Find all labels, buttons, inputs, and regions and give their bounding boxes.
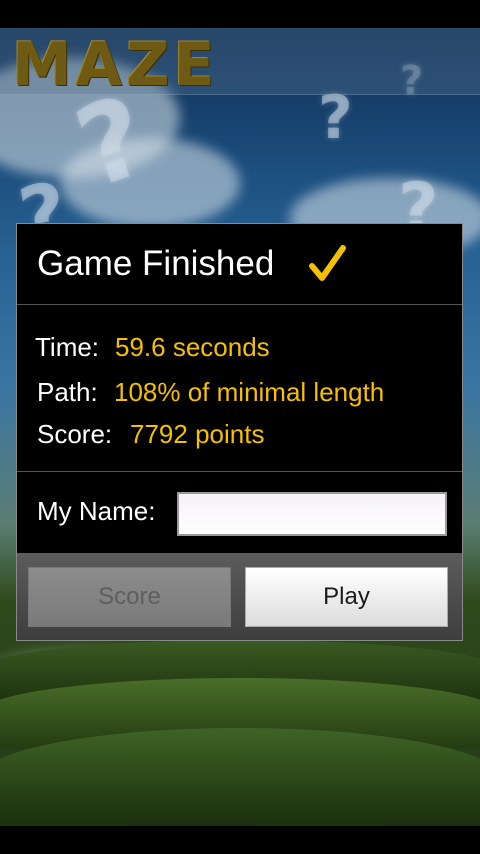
game-finished-dialog: Game Finished Time: 59.6 seconds Path: 1… [16, 223, 463, 641]
dialog-header: Game Finished [17, 224, 462, 305]
dialog-button-row: Score Play [17, 553, 462, 640]
score-button[interactable]: Score [28, 567, 231, 627]
result-stats: Time: 59.6 seconds Path: 108% of minimal… [17, 305, 462, 472]
app-title: MAZE [12, 30, 219, 100]
app-title-bar: MAZE [0, 28, 480, 100]
navigation-bar [0, 826, 480, 854]
name-input[interactable] [177, 492, 447, 536]
time-value: 59.6 seconds [115, 332, 270, 362]
score-label: Score: [37, 419, 113, 449]
name-label: My Name: [37, 496, 156, 526]
status-bar [0, 0, 480, 28]
play-button[interactable]: Play [245, 567, 448, 627]
path-label: Path: [37, 377, 98, 407]
time-label: Time: [35, 332, 100, 362]
score-value: 7792 points [130, 419, 265, 449]
dialog-title: Game Finished [37, 244, 275, 283]
name-entry-row: My Name: [17, 472, 462, 552]
path-value: 108% of minimal length [114, 377, 385, 407]
checkmark-icon [309, 245, 346, 281]
